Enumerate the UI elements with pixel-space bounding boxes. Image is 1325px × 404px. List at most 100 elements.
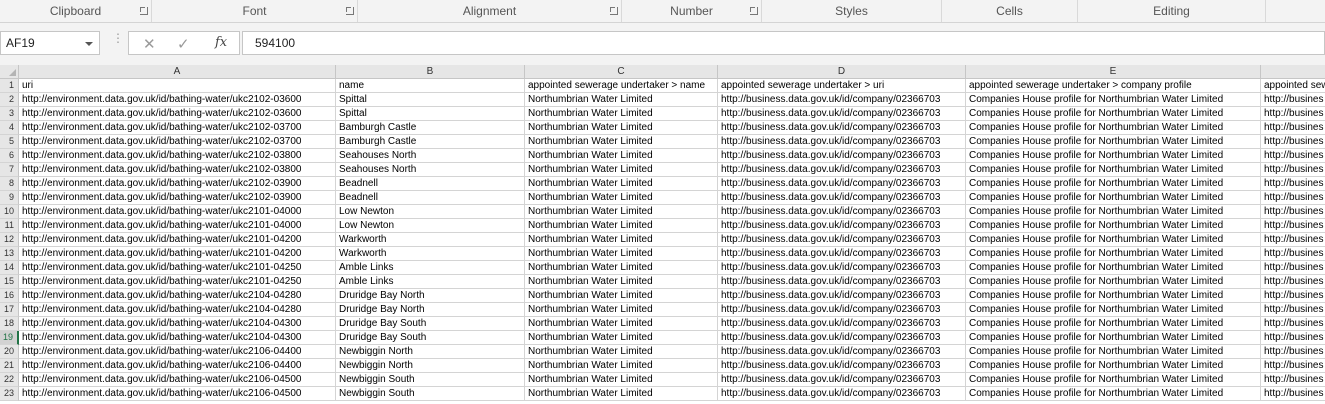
cancel-icon[interactable]: ✕ (143, 35, 156, 53)
cell[interactable]: Newbiggin South (336, 387, 525, 401)
cell[interactable]: Northumbrian Water Limited (525, 191, 718, 205)
cell[interactable]: Companies House profile for Northumbrian… (966, 303, 1261, 317)
cell[interactable]: http://busines (1261, 93, 1325, 107)
cell[interactable]: Newbiggin North (336, 359, 525, 373)
cell[interactable]: http://business.data.gov.uk/id/company/0… (718, 219, 966, 233)
cell[interactable]: http://business.data.gov.uk/id/company/0… (718, 345, 966, 359)
cell[interactable]: Newbiggin North (336, 345, 525, 359)
cell[interactable]: http://environment.data.gov.uk/id/bathin… (19, 205, 336, 219)
row-header[interactable]: 16 (0, 289, 19, 303)
cell[interactable]: Northumbrian Water Limited (525, 233, 718, 247)
cell[interactable]: Companies House profile for Northumbrian… (966, 233, 1261, 247)
cell[interactable]: Northumbrian Water Limited (525, 261, 718, 275)
cell[interactable]: Warkworth (336, 247, 525, 261)
cell[interactable]: Northumbrian Water Limited (525, 219, 718, 233)
cell[interactable]: http://environment.data.gov.uk/id/bathin… (19, 191, 336, 205)
row-header[interactable]: 9 (0, 191, 19, 205)
cell[interactable]: http://busines (1261, 387, 1325, 401)
row-header[interactable]: 12 (0, 233, 19, 247)
cell[interactable]: http://environment.data.gov.uk/id/bathin… (19, 135, 336, 149)
cell[interactable]: http://environment.data.gov.uk/id/bathin… (19, 177, 336, 191)
cell[interactable]: http://business.data.gov.uk/id/company/0… (718, 93, 966, 107)
row-header[interactable]: 17 (0, 303, 19, 317)
cell[interactable]: Northumbrian Water Limited (525, 163, 718, 177)
cell[interactable]: Northumbrian Water Limited (525, 121, 718, 135)
cell[interactable]: http://busines (1261, 289, 1325, 303)
cell[interactable]: Northumbrian Water Limited (525, 373, 718, 387)
cell[interactable]: Druridge Bay North (336, 303, 525, 317)
cell[interactable]: Companies House profile for Northumbrian… (966, 191, 1261, 205)
cell[interactable]: Companies House profile for Northumbrian… (966, 261, 1261, 275)
cell[interactable]: Companies House profile for Northumbrian… (966, 317, 1261, 331)
cell[interactable]: http://busines (1261, 345, 1325, 359)
row-header[interactable]: 13 (0, 247, 19, 261)
cell[interactable]: Spittal (336, 107, 525, 121)
cell[interactable]: Low Newton (336, 219, 525, 233)
cell[interactable]: http://busines (1261, 205, 1325, 219)
cell[interactable]: http://busines (1261, 219, 1325, 233)
column-header[interactable]: E (966, 65, 1261, 79)
cell[interactable]: http://environment.data.gov.uk/id/bathin… (19, 317, 336, 331)
cell[interactable]: http://busines (1261, 373, 1325, 387)
cell[interactable]: http://business.data.gov.uk/id/company/0… (718, 163, 966, 177)
cell[interactable]: http://busines (1261, 247, 1325, 261)
cell[interactable]: Companies House profile for Northumbrian… (966, 121, 1261, 135)
cell[interactable]: http://busines (1261, 149, 1325, 163)
cell[interactable]: http://environment.data.gov.uk/id/bathin… (19, 233, 336, 247)
cell[interactable]: appointed sewerage undertaker > company … (966, 79, 1261, 93)
cell[interactable]: name (336, 79, 525, 93)
cell[interactable]: Companies House profile for Northumbrian… (966, 219, 1261, 233)
cell[interactable]: http://busines (1261, 121, 1325, 135)
cell[interactable]: http://business.data.gov.uk/id/company/0… (718, 149, 966, 163)
cell[interactable]: http://busines (1261, 275, 1325, 289)
cell[interactable]: Druridge Bay South (336, 331, 525, 345)
column-header[interactable]: D (718, 65, 966, 79)
cell[interactable]: http://environment.data.gov.uk/id/bathin… (19, 275, 336, 289)
cell[interactable]: Northumbrian Water Limited (525, 149, 718, 163)
cell[interactable]: Companies House profile for Northumbrian… (966, 387, 1261, 401)
cell[interactable]: Companies House profile for Northumbrian… (966, 373, 1261, 387)
cell[interactable]: http://environment.data.gov.uk/id/bathin… (19, 247, 336, 261)
cell[interactable]: http://busines (1261, 261, 1325, 275)
cell[interactable]: http://environment.data.gov.uk/id/bathin… (19, 359, 336, 373)
cell[interactable]: Northumbrian Water Limited (525, 331, 718, 345)
cell[interactable]: http://busines (1261, 135, 1325, 149)
row-header[interactable]: 15 (0, 275, 19, 289)
cell[interactable]: Amble Links (336, 275, 525, 289)
cell[interactable]: http://environment.data.gov.uk/id/bathin… (19, 289, 336, 303)
cell[interactable]: http://environment.data.gov.uk/id/bathin… (19, 303, 336, 317)
cell[interactable]: http://environment.data.gov.uk/id/bathin… (19, 149, 336, 163)
cell[interactable]: http://business.data.gov.uk/id/company/0… (718, 303, 966, 317)
cell[interactable]: http://busines (1261, 359, 1325, 373)
cell[interactable]: http://environment.data.gov.uk/id/bathin… (19, 107, 336, 121)
row-header[interactable]: 22 (0, 373, 19, 387)
insert-function-icon[interactable]: fx (215, 35, 227, 50)
cell[interactable]: http://business.data.gov.uk/id/company/0… (718, 205, 966, 219)
cell[interactable]: appointed sewerage undertaker > uri (718, 79, 966, 93)
row-header[interactable]: 21 (0, 359, 19, 373)
cell[interactable]: http://busines (1261, 331, 1325, 345)
column-header[interactable]: C (525, 65, 718, 79)
cell[interactable]: http://busines (1261, 107, 1325, 121)
cell[interactable]: Low Newton (336, 205, 525, 219)
cell[interactable]: Seahouses North (336, 163, 525, 177)
cell[interactable]: http://business.data.gov.uk/id/company/0… (718, 387, 966, 401)
cell[interactable]: Newbiggin South (336, 373, 525, 387)
cell[interactable]: http://business.data.gov.uk/id/company/0… (718, 275, 966, 289)
cell[interactable]: appointed sewe (1261, 79, 1325, 93)
enter-icon[interactable]: ✓ (177, 35, 190, 53)
cell[interactable]: Northumbrian Water Limited (525, 205, 718, 219)
cell[interactable]: Companies House profile for Northumbrian… (966, 359, 1261, 373)
cell[interactable]: http://busines (1261, 233, 1325, 247)
cell[interactable]: Companies House profile for Northumbrian… (966, 149, 1261, 163)
cell[interactable]: http://environment.data.gov.uk/id/bathin… (19, 373, 336, 387)
cell[interactable]: http://busines (1261, 163, 1325, 177)
cell[interactable]: http://environment.data.gov.uk/id/bathin… (19, 163, 336, 177)
cell[interactable]: Companies House profile for Northumbrian… (966, 107, 1261, 121)
cell[interactable]: Druridge Bay South (336, 317, 525, 331)
cell[interactable]: http://business.data.gov.uk/id/company/0… (718, 261, 966, 275)
cell[interactable]: Amble Links (336, 261, 525, 275)
cell[interactable]: http://environment.data.gov.uk/id/bathin… (19, 387, 336, 401)
row-header[interactable]: 3 (0, 107, 19, 121)
row-header[interactable]: 8 (0, 177, 19, 191)
